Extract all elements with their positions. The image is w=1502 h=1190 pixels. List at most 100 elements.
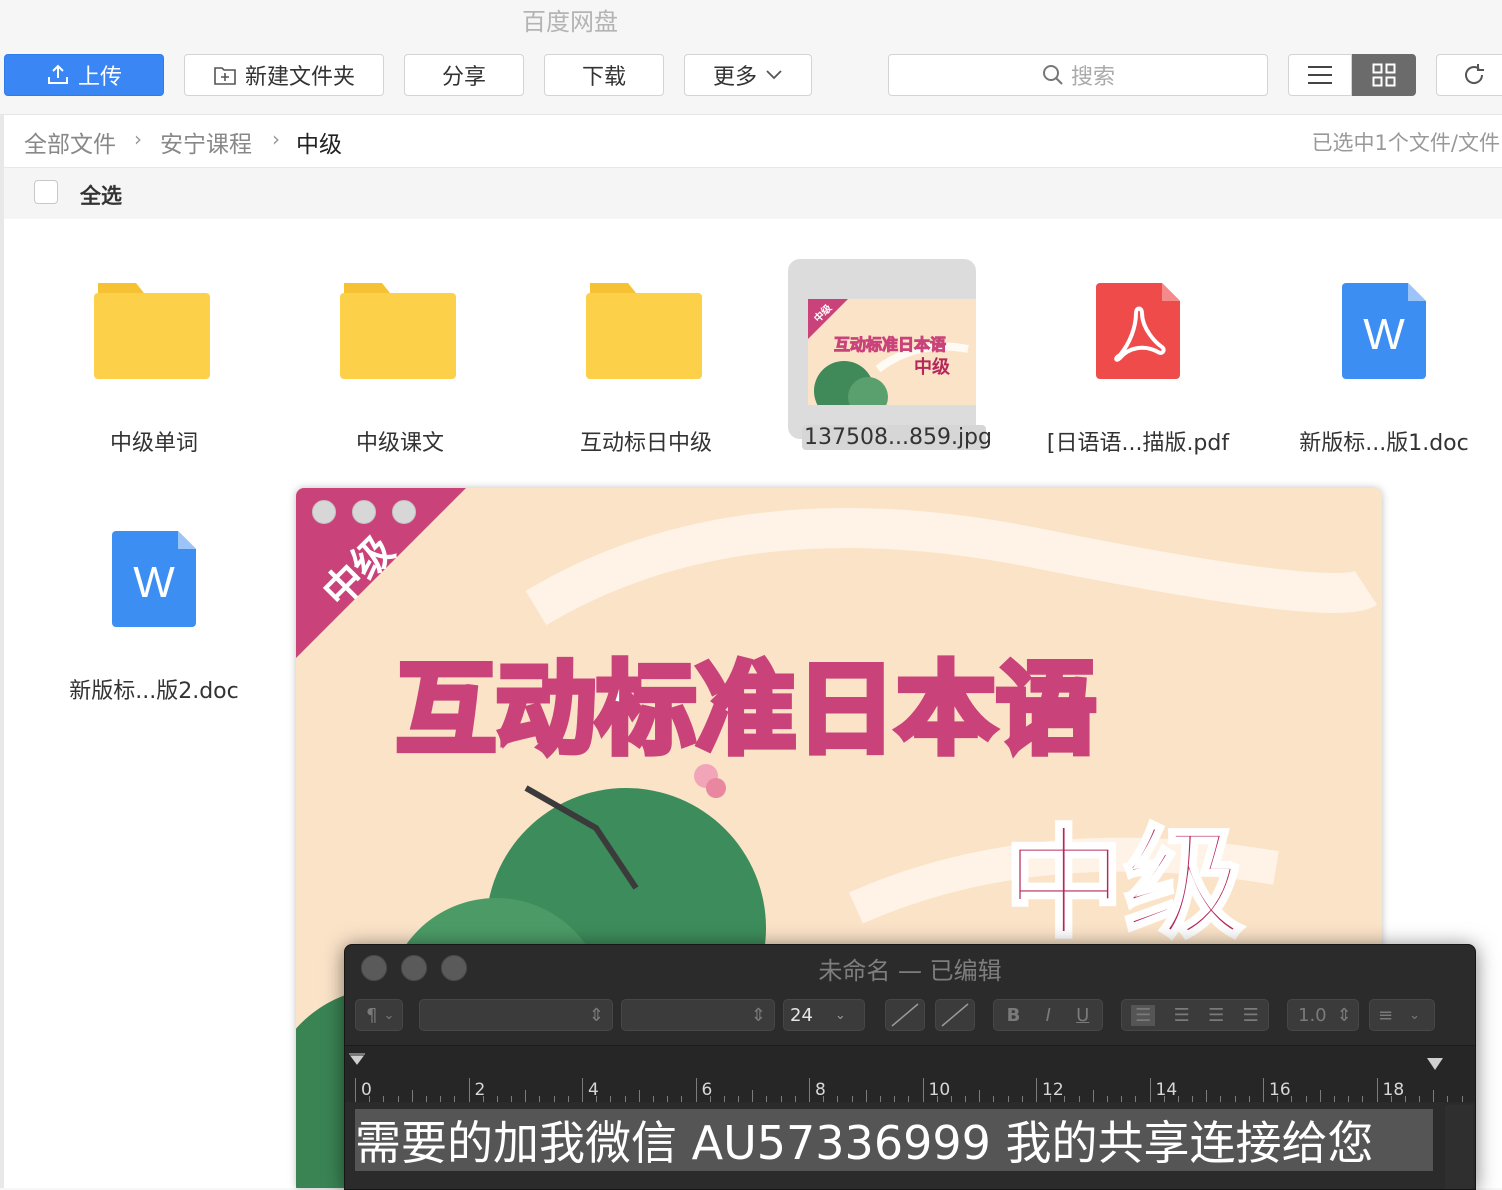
font-size-field[interactable]: 24⌄ [783, 999, 865, 1031]
ruler-number: 14 [1156, 1080, 1178, 1100]
more-button[interactable]: 更多 [684, 54, 812, 96]
ruler-number: 10 [929, 1080, 951, 1100]
ruler-tick [979, 1090, 980, 1102]
list-view-button[interactable] [1288, 54, 1352, 96]
selection-info: 已选中1个文件/文件 [1312, 127, 1500, 157]
ruler-tick [383, 1096, 384, 1102]
ruler[interactable]: 024681012141618 [345, 1045, 1475, 1102]
ruler-number: 4 [588, 1080, 599, 1100]
breadcrumb-item-current: 中级 [296, 125, 342, 159]
grid-icon [1372, 63, 1396, 87]
file-name: 新版标...版1.doc [1244, 425, 1502, 457]
grid-view-button[interactable] [1352, 54, 1416, 96]
background-color-button[interactable] [935, 999, 975, 1031]
italic-button[interactable]: I [1046, 1005, 1051, 1026]
view-toggle [1288, 54, 1416, 96]
ruler-tick [1093, 1090, 1094, 1102]
app-title: 百度网盘 [0, 2, 1140, 37]
file-name: 中级课文 [260, 425, 540, 457]
align-right-icon[interactable]: ☰ [1208, 1005, 1224, 1026]
align-center-icon[interactable]: ☰ [1174, 1005, 1190, 1026]
ruler-tick [1178, 1096, 1179, 1102]
word-doc-icon: W [1342, 283, 1426, 379]
window-zoom-button[interactable] [392, 500, 416, 524]
ruler-tick [1462, 1096, 1463, 1102]
bulleted-list-icon: ≡ [1378, 1005, 1393, 1026]
ruler-tick [1334, 1096, 1335, 1102]
ruler-tick [837, 1096, 838, 1102]
ruler-tick [894, 1096, 895, 1102]
ruler-tick [923, 1078, 924, 1102]
file-tile-folder[interactable]: 中级单词 [34, 239, 274, 479]
underline-button[interactable]: U [1076, 1005, 1089, 1026]
file-tile-doc[interactable]: W 新版标...版2.doc [34, 487, 274, 727]
word-doc-icon: W [112, 531, 196, 627]
select-all-label[interactable]: 全选 [80, 180, 122, 210]
line-spacing-select[interactable]: 1.0⇕ [1287, 999, 1359, 1031]
file-name: 新版标...版2.doc [14, 673, 294, 705]
updown-chevron-icon: ⇕ [1337, 1005, 1352, 1026]
ruler-number: 18 [1383, 1080, 1405, 1100]
ruler-tick [1121, 1096, 1122, 1102]
breadcrumb: 全部文件 › 安宁课程 › 中级 已选中1个文件/文件 [4, 115, 1502, 168]
breadcrumb-item-course[interactable]: 安宁课程 [160, 125, 252, 159]
ruler-tick [1036, 1078, 1037, 1102]
editor-scrollbar[interactable] [1445, 1105, 1473, 1189]
download-label: 下载 [582, 59, 626, 91]
download-button[interactable]: 下载 [544, 54, 664, 96]
right-indent-marker-icon[interactable] [1425, 1056, 1445, 1072]
list-style-menu[interactable]: ≡⌄ [1369, 999, 1435, 1031]
text-color-button[interactable] [885, 999, 925, 1031]
ruler-tick [1079, 1096, 1080, 1102]
upload-button[interactable]: 上传 [4, 54, 164, 96]
ruler-number: 8 [815, 1080, 826, 1100]
align-justify-icon[interactable]: ☰ [1243, 1005, 1259, 1026]
toolbar: 上传 新建文件夹 分享 下载 更多 搜索 [0, 38, 1502, 115]
file-tile-pdf[interactable]: [日语语...描版.pdf [1018, 239, 1258, 479]
ruler-tick [1362, 1096, 1363, 1102]
breadcrumb-item-all-files[interactable]: 全部文件 [24, 125, 116, 159]
select-all-checkbox[interactable] [34, 180, 58, 204]
ruler-tick [951, 1096, 952, 1102]
updown-chevron-icon: ⇕ [751, 1005, 766, 1026]
share-button[interactable]: 分享 [404, 54, 524, 96]
search-input[interactable]: 搜索 [888, 54, 1268, 96]
list-icon [1307, 64, 1333, 86]
refresh-button[interactable] [1436, 54, 1502, 96]
ruler-tick [454, 1096, 455, 1102]
text-style-buttons: B I U [993, 999, 1103, 1031]
align-left-icon[interactable]: ☰ [1131, 1005, 1155, 1026]
ruler-tick [483, 1096, 484, 1102]
file-tile-doc[interactable]: W 新版标...版1.doc [1264, 239, 1502, 479]
ruler-tick [965, 1096, 966, 1102]
font-style-select[interactable]: ⇕ [621, 999, 775, 1031]
ruler-tick [1022, 1096, 1023, 1102]
textedit-window[interactable]: 未命名 — 已编辑 ¶⌄ ⇕ ⇕ 24⌄ B I U ☰ ☰ ☰ ☰ 1.0⇕ … [344, 944, 1476, 1190]
search-icon [1041, 63, 1065, 87]
paragraph-style-menu[interactable]: ¶⌄ [355, 999, 403, 1031]
ruler-tick [1107, 1096, 1108, 1102]
file-tile-folder[interactable]: 中级课文 [280, 239, 520, 479]
refresh-icon [1461, 62, 1487, 88]
bold-button[interactable]: B [1007, 1005, 1021, 1026]
chevron-right-icon: › [272, 127, 280, 151]
ruler-tick [1391, 1096, 1392, 1102]
file-tile-image-selected[interactable]: 中级 互动标准日本语 中级 137508...859.jpg [772, 239, 1012, 479]
ruler-tick [1008, 1096, 1009, 1102]
folder-icon [586, 283, 702, 379]
font-family-select[interactable]: ⇕ [419, 999, 613, 1031]
ruler-tick [440, 1096, 441, 1102]
thumbnail-subtitle: 中级 [914, 353, 950, 379]
more-label: 更多 [713, 59, 757, 91]
ruler-tick [752, 1090, 753, 1102]
left-indent-marker-icon[interactable] [347, 1050, 367, 1070]
ruler-tick [1150, 1078, 1151, 1102]
editor-body-text[interactable]: 需要的加我微信 AU57336999 我的共享连接给您 [355, 1107, 1374, 1173]
ruler-tick [738, 1096, 739, 1102]
new-folder-button[interactable]: 新建文件夹 [184, 54, 384, 96]
ruler-tick [497, 1096, 498, 1102]
ruler-tick [667, 1096, 668, 1102]
ruler-tick [355, 1078, 356, 1102]
window-close-button[interactable] [312, 500, 336, 524]
file-tile-folder[interactable]: 互动标日中级 [526, 239, 766, 479]
